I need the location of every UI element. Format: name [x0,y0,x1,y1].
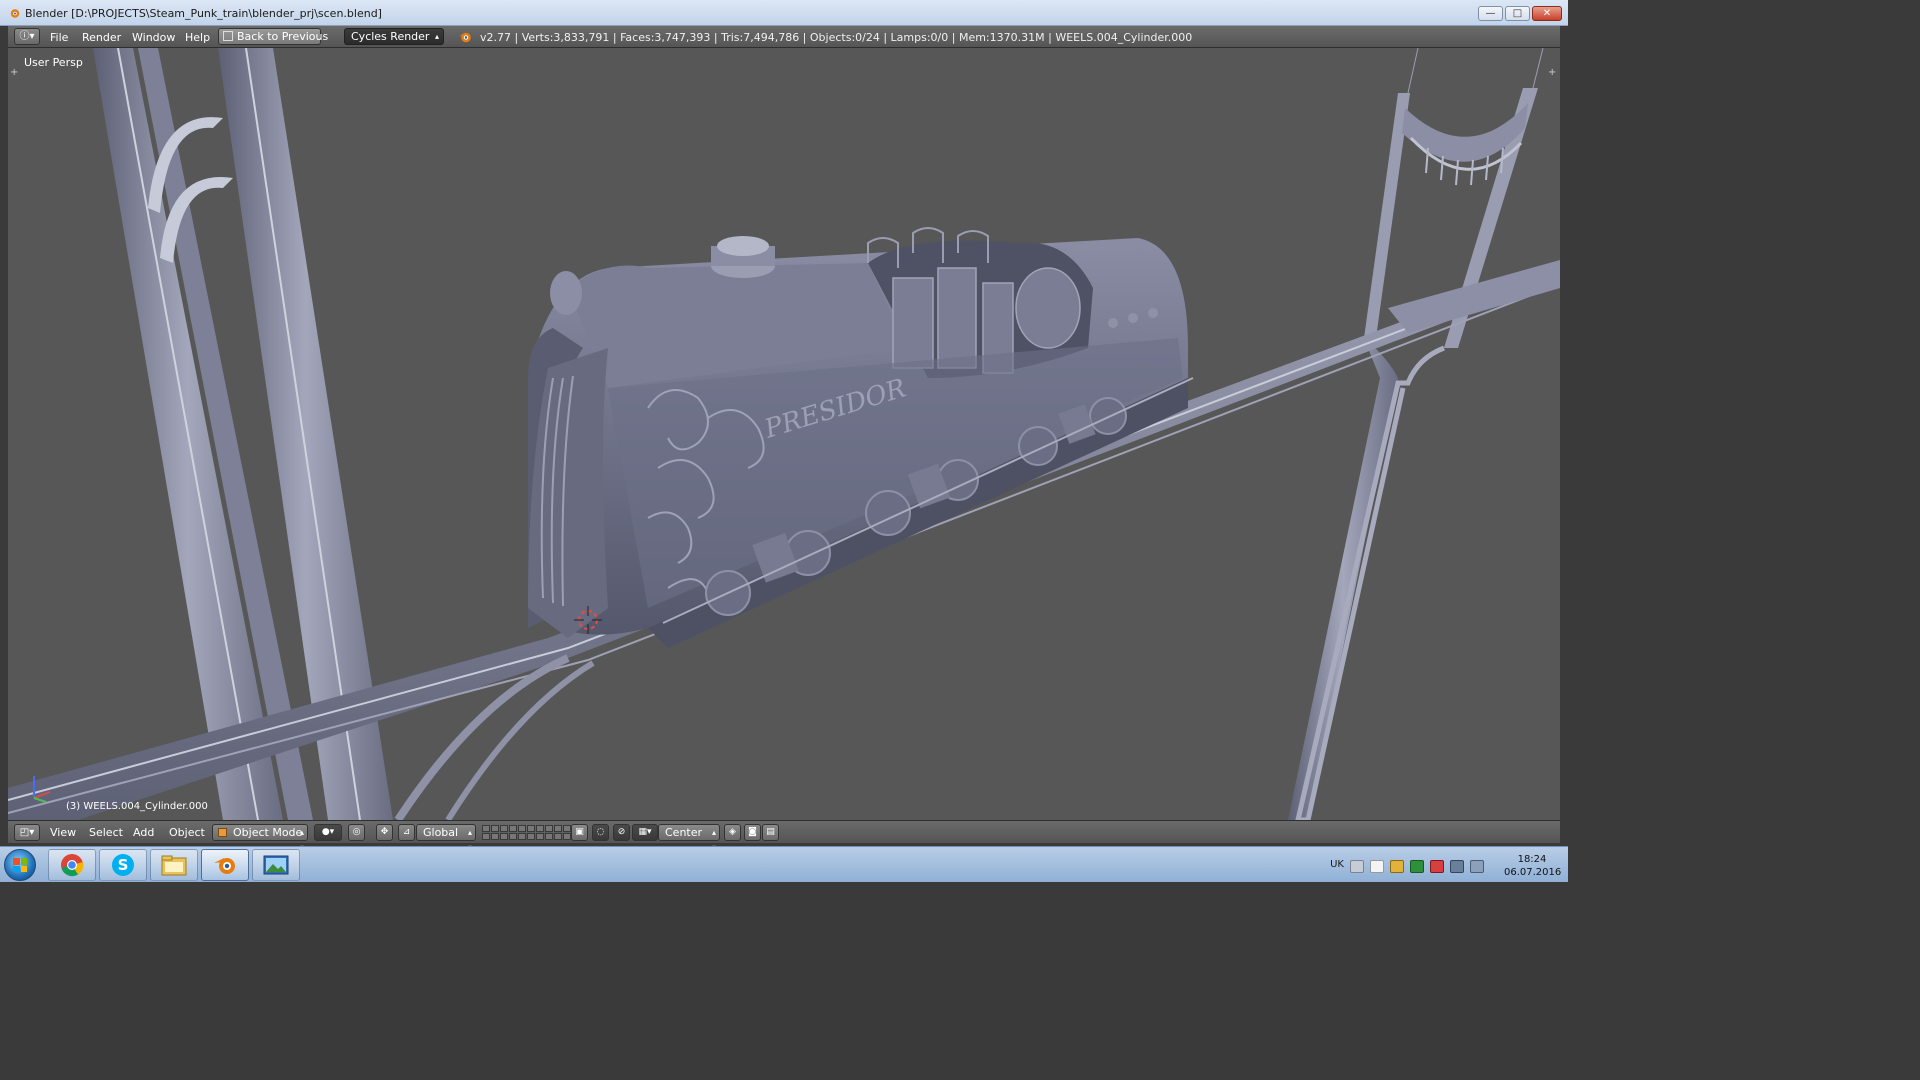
editor-type-button[interactable]: ◰▾ [14,824,40,841]
lock-icon: ▣ [575,827,584,837]
transform-orientation-select[interactable]: Global ▴▾ [416,824,476,852]
clapper-icon: ▤ [766,827,775,837]
keyboard-icon[interactable] [1350,860,1364,873]
render-opengl-button[interactable]: ◙ [744,824,761,841]
nvidia-icon[interactable] [1410,860,1424,873]
interaction-mode-select[interactable]: Object Mode ▴▾ [212,824,308,852]
proportional-icon: ◌ [596,827,605,837]
menu-render[interactable]: Render [82,31,121,44]
magnet-icon: ⊘ [617,827,626,837]
blender-logo-icon [459,32,471,43]
snap-toggle[interactable]: ⊘ [613,824,630,841]
scene-render: PRESIDOR [8,48,1560,820]
lock-camera-button[interactable]: ▣ [571,824,588,841]
viewport-shading-button[interactable]: ●▾ [314,824,342,841]
interaction-mode-value: Object Mode [233,826,303,839]
object-mode-icon [218,828,227,837]
snap-element-icon: ▦▾ [638,827,652,837]
back-to-previous-button[interactable]: Back to Previous [218,28,328,45]
blender-icon [214,858,235,874]
active-object-label: (3) WEELS.004_Cylinder.000 [66,801,208,812]
3d-view-header: ◰▾ View Select Add Object Object Mode ▴▾… [8,820,1560,852]
taskbar-app-chrome[interactable] [48,849,96,881]
render-engine-select[interactable]: Cycles Render ▴▾ [344,28,444,56]
chrome-icon [61,854,84,877]
pivot-center-select[interactable]: Center ▴▾ [658,824,720,852]
volume-icon[interactable] [1470,860,1484,873]
scene-layers-group-2[interactable] [527,825,571,840]
network-icon[interactable] [1450,860,1464,873]
system-tray: UK 18:24 06.07.2016 [1320,847,1562,883]
windows-taskbar: S UK 18:24 06.07.2016 [0,846,1568,882]
system-clock[interactable]: 18:24 06.07.2016 [1504,853,1562,879]
solid-shading-icon: ●▾ [321,827,335,837]
menu-object[interactable]: Object [169,826,205,839]
back-icon [223,31,233,41]
menu-add[interactable]: Add [133,826,154,839]
image-viewer-icon [263,855,289,875]
pivot-point-button[interactable]: ◎ [348,824,365,841]
region-expand-right-icon[interactable]: + [1548,68,1558,78]
back-to-previous-label: Back to Previous [237,30,329,43]
menu-help[interactable]: Help [185,31,210,44]
region-expand-left-icon[interactable]: + [10,68,20,78]
windows-logo-icon [13,858,27,872]
proportional-edit-button[interactable]: ◌ [592,824,609,841]
explorer-icon [161,855,187,876]
taskbar-app-skype[interactable]: S [99,849,147,881]
start-button[interactable] [4,849,36,881]
svg-text:S: S [118,856,129,874]
transform-orientation-value: Global [423,826,459,839]
pivot-icon: ◎ [352,827,361,837]
snap-target-button[interactable]: ◈ [724,824,741,841]
keyboard-language-indicator[interactable]: UK [1330,859,1344,870]
taskbar-app-image-viewer[interactable] [252,849,300,881]
transform-orientation-icon-button[interactable]: ⊿ [398,824,415,841]
window-title: Blender [D:\PROJECTS\Steam_Punk_train\bl… [25,7,382,20]
3d-viewport[interactable]: PRESIDOR User Persp + + (3) WEELS.004_Cy… [8,48,1560,820]
view-perspective-label: User Persp [24,56,83,69]
clock-date: 06.07.2016 [1504,867,1562,878]
maximize-button[interactable]: □ [1505,6,1530,21]
menu-file[interactable]: File [50,31,68,44]
right-pylon-structure [1288,48,1544,820]
taskbar-app-explorer[interactable] [150,849,198,881]
pivot-center-value: Center [665,826,703,839]
axis-gizmo-icon [33,776,51,803]
snap-element-button[interactable]: ▦▾ [632,824,658,841]
orientation-icon: ⊿ [402,827,411,837]
menu-window[interactable]: Window [132,31,175,44]
minimize-button[interactable]: — [1478,6,1503,21]
tray-app-icon[interactable] [1390,860,1404,873]
menu-view[interactable]: View [50,826,76,839]
snap-target-icon: ◈ [729,827,736,837]
menu-select[interactable]: Select [89,826,123,839]
manipulator-icon: ✥ [380,827,389,837]
render-animation-button[interactable]: ▤ [762,824,779,841]
info-header: ⓘ▾ File Render Window Help Back to Previ… [8,26,1560,56]
render-engine-value: Cycles Render [351,30,430,43]
flag-icon[interactable] [1430,860,1444,873]
steampunk-locomotive-model: PRESIDOR [528,227,1194,648]
scene-layers-group-1[interactable] [482,825,526,840]
window-title-bar: Blender [D:\PROJECTS\Steam_Punk_train\bl… [0,0,1568,26]
skype-icon: S [112,854,134,876]
taskbar-app-blender[interactable] [201,849,249,881]
clock-time: 18:24 [1517,854,1547,865]
scene-statistics: v2.77 | Verts:3,833,791 | Faces:3,747,39… [480,31,1193,44]
editor-type-button[interactable]: ⓘ▾ [14,28,40,45]
3d-view-icon: ◰▾ [19,827,35,838]
info-icon: ⓘ▾ [19,31,35,42]
manipulator-toggle[interactable]: ✥ [376,824,393,841]
close-button[interactable]: ✕ [1532,6,1562,21]
blender-logo-icon [10,9,20,18]
camera-icon: ◙ [748,827,757,837]
notes-icon[interactable] [1370,860,1384,873]
